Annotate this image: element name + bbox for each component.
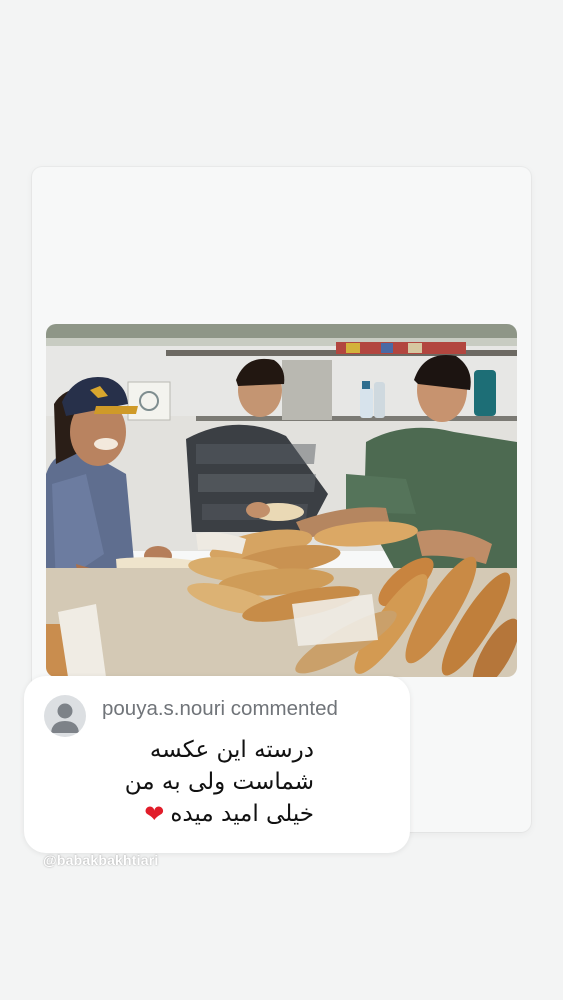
- comment-sticker[interactable]: pouya.s.nouri commented درسته این عکسه ش…: [24, 676, 410, 853]
- red-heart-icon: ❤: [144, 800, 165, 828]
- post-photo[interactable]: [46, 324, 517, 677]
- comment-text: درسته این عکسه شماست ولی به من خیلی امید…: [102, 734, 314, 830]
- watermark-handle: @babakbakhtiari: [43, 852, 159, 868]
- commenter-header: pouya.s.nouri commented: [102, 697, 338, 721]
- commenter-username[interactable]: pouya.s.nouri: [102, 697, 225, 720]
- comment-line-3-row: خیلی امید میده❤: [102, 798, 314, 830]
- comment-line-1: درسته این عکسه: [149, 737, 314, 763]
- story-page: pouya.s.nouri commented درسته این عکسه ش…: [0, 0, 563, 1000]
- comment-line-3: خیلی امید میده: [170, 801, 314, 827]
- comment-action-label: commented: [230, 697, 338, 720]
- comment-line-2: شماست ولی به من: [124, 769, 314, 795]
- user-avatar-icon[interactable]: [44, 695, 86, 737]
